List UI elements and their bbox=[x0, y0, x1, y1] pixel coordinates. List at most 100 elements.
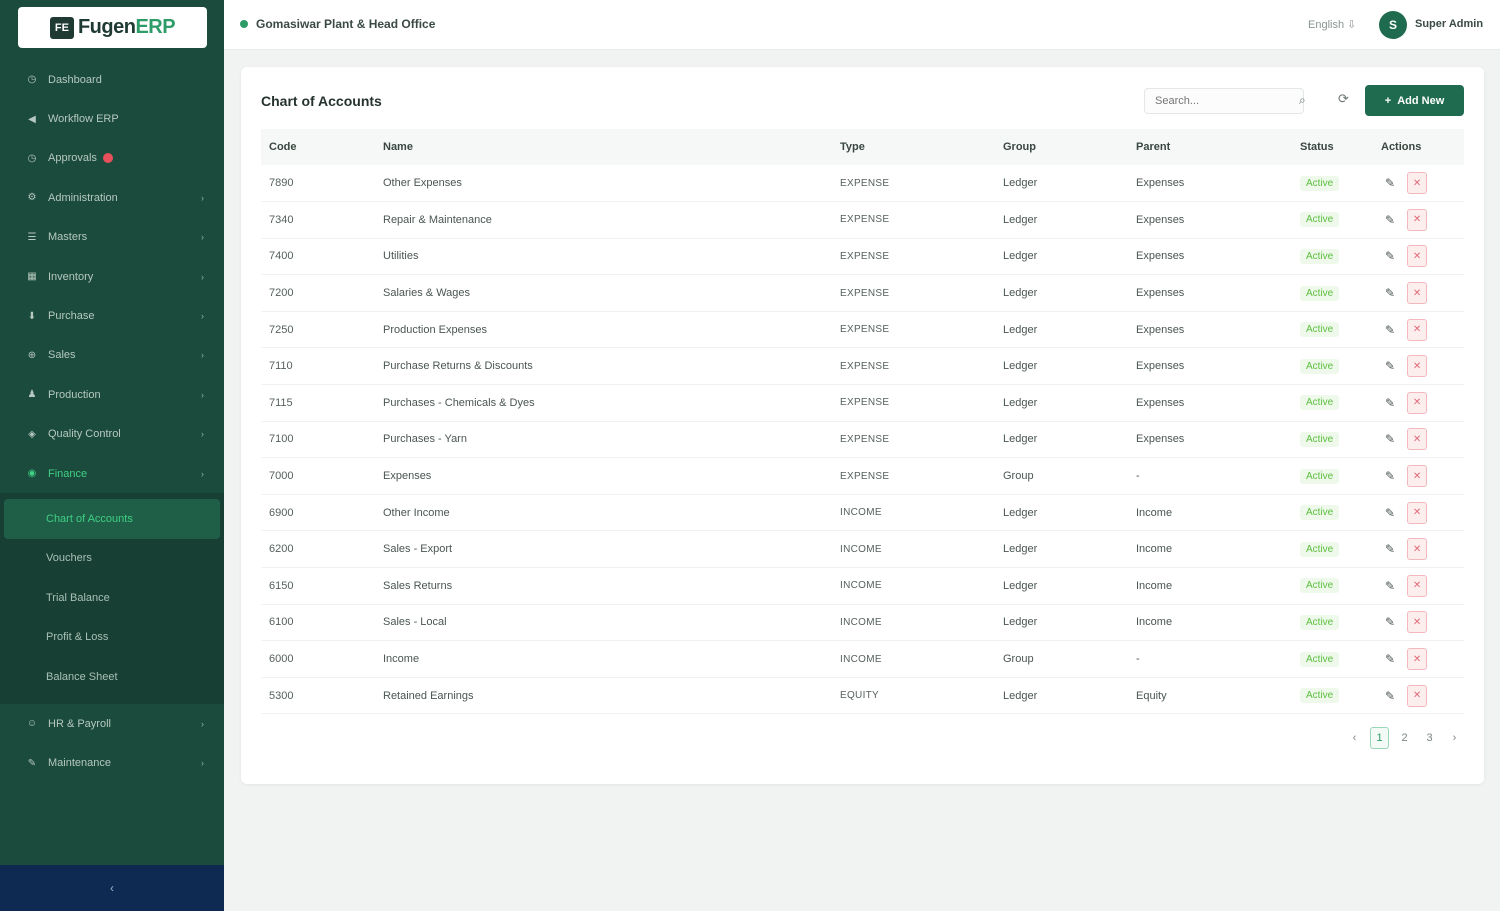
pagination-page[interactable]: 2 bbox=[1395, 727, 1414, 749]
cell-status: Active bbox=[1292, 567, 1373, 605]
delete-icon[interactable]: ✕ bbox=[1407, 245, 1428, 268]
delete-icon[interactable]: ✕ bbox=[1407, 574, 1428, 597]
edit-icon[interactable]: ✎ bbox=[1385, 506, 1395, 520]
table-row[interactable]: 7000 Expenses EXPENSE Group - Active ✎ ✕ bbox=[261, 457, 1464, 495]
delete-icon[interactable]: ✕ bbox=[1407, 208, 1428, 231]
column-header-parent[interactable]: Parent bbox=[1128, 129, 1292, 165]
edit-icon[interactable]: ✎ bbox=[1385, 176, 1395, 190]
table-row[interactable]: 7115 Purchases - Chemicals & Dyes EXPENSE L… bbox=[261, 384, 1464, 422]
sidebar-item-label: Maintenance bbox=[48, 757, 111, 770]
cell-group: Ledger bbox=[995, 677, 1128, 715]
edit-icon[interactable]: ✎ bbox=[1385, 249, 1395, 263]
column-header-code[interactable]: Code bbox=[261, 129, 375, 165]
column-header-group[interactable]: Group bbox=[995, 129, 1128, 165]
sidebar-item-hr-payroll[interactable]: ☺ HR & Payroll › bbox=[0, 704, 224, 743]
search-icon[interactable]: ⌕ bbox=[1299, 93, 1306, 108]
sidebar-collapse-button[interactable]: ‹ bbox=[0, 865, 224, 911]
table-row[interactable]: 7250 Production Expenses EXPENSE Ledger Expe… bbox=[261, 311, 1464, 349]
sidebar-item-workflow-erp[interactable]: ◀ Workflow ERP bbox=[0, 99, 224, 138]
avatar[interactable]: S bbox=[1379, 11, 1407, 39]
table-row[interactable]: 5300 Retained Earnings EQUITY Ledger Equity A… bbox=[261, 677, 1464, 715]
language-selector[interactable]: English ⇩ bbox=[1308, 18, 1356, 31]
cell-type: EXPENSE bbox=[832, 347, 995, 386]
column-header-type[interactable]: Type bbox=[832, 129, 995, 165]
org-selector[interactable]: Gomasiwar Plant & Head Office bbox=[240, 17, 435, 31]
status-badge: Active bbox=[1300, 358, 1340, 374]
delete-icon[interactable]: ✕ bbox=[1407, 611, 1428, 634]
sidebar-item-production[interactable]: ♟ Production › bbox=[0, 375, 224, 414]
edit-icon[interactable]: ✎ bbox=[1385, 396, 1395, 410]
edit-icon[interactable]: ✎ bbox=[1385, 615, 1395, 629]
sidebar-item-finance[interactable]: ◉ Finance › bbox=[0, 454, 224, 493]
sidebar-subitem-profit-loss[interactable]: Profit & Loss bbox=[0, 617, 224, 656]
column-header-name[interactable]: Name bbox=[375, 129, 832, 165]
app-logo[interactable]: FE FugenERP bbox=[18, 7, 207, 48]
sidebar-item-label: Masters bbox=[48, 231, 88, 244]
sidebar-item-maintenance[interactable]: ✎ Maintenance › bbox=[0, 744, 224, 783]
delete-icon[interactable]: ✕ bbox=[1407, 465, 1428, 488]
cell-actions: ✎ ✕ bbox=[1373, 494, 1464, 532]
table-row[interactable]: 6150 Sales Returns INCOME Ledger Income Activ… bbox=[261, 567, 1464, 605]
sidebar-item-dashboard[interactable]: ◷ Dashboard bbox=[0, 60, 224, 99]
delete-icon[interactable]: ✕ bbox=[1407, 355, 1428, 378]
status-badge: Active bbox=[1300, 614, 1340, 630]
row-actions: ✎ ✕ bbox=[1381, 611, 1464, 634]
delete-icon[interactable]: ✕ bbox=[1407, 172, 1428, 195]
table-row[interactable]: 6000 Income INCOME Group - Active ✎ ✕ bbox=[261, 640, 1464, 678]
delete-icon[interactable]: ✕ bbox=[1407, 282, 1428, 305]
edit-icon[interactable]: ✎ bbox=[1385, 469, 1395, 483]
sidebar-subitem-trial-balance[interactable]: Trial Balance bbox=[0, 578, 224, 617]
delete-icon[interactable]: ✕ bbox=[1407, 684, 1428, 707]
table-row[interactable]: 7200 Salaries & Wages EXPENSE Ledger Expense… bbox=[261, 274, 1464, 312]
table-row[interactable]: 7100 Purchases - Yarn EXPENSE Ledger Expense… bbox=[261, 421, 1464, 459]
sidebar-item-approvals[interactable]: ◷ Approvals bbox=[0, 139, 224, 178]
sales-icon: ⊕ bbox=[27, 349, 37, 361]
table-header-row: Code Name Type Group Parent Status Actio… bbox=[261, 129, 1464, 165]
column-header-status[interactable]: Status bbox=[1292, 129, 1373, 165]
search-input[interactable] bbox=[1144, 88, 1304, 114]
sidebar-item-purchase[interactable]: ⬇ Purchase › bbox=[0, 296, 224, 335]
sidebar-subitem-balance-sheet[interactable]: Balance Sheet bbox=[0, 657, 224, 696]
table-row[interactable]: 7890 Other Expenses EXPENSE Ledger Expenses A… bbox=[261, 165, 1464, 203]
table-row[interactable]: 7110 Purchase Returns & Discounts EXPENSE L… bbox=[261, 347, 1464, 386]
delete-icon[interactable]: ✕ bbox=[1407, 391, 1428, 414]
sidebar-item-inventory[interactable]: ▦ Inventory › bbox=[0, 257, 224, 296]
delete-icon[interactable]: ✕ bbox=[1407, 501, 1428, 524]
row-actions: ✎ ✕ bbox=[1381, 391, 1464, 414]
edit-icon[interactable]: ✎ bbox=[1385, 579, 1395, 593]
table-row[interactable]: 7340 Repair & Maintenance EXPENSE Ledger Exp… bbox=[261, 201, 1464, 239]
edit-icon[interactable]: ✎ bbox=[1385, 542, 1395, 556]
delete-icon[interactable]: ✕ bbox=[1407, 538, 1428, 561]
table-row[interactable]: 6900 Other Income INCOME Ledger Income Active… bbox=[261, 494, 1464, 532]
edit-icon[interactable]: ✎ bbox=[1385, 689, 1395, 703]
sidebar-subitem-chart-of-accounts[interactable]: Chart of Accounts bbox=[4, 499, 220, 539]
sidebar-subitem-vouchers[interactable]: Vouchers bbox=[0, 539, 224, 578]
edit-icon[interactable]: ✎ bbox=[1385, 359, 1395, 373]
edit-icon[interactable]: ✎ bbox=[1385, 323, 1395, 337]
sidebar-item-quality-control[interactable]: ◈ Quality Control › bbox=[0, 415, 224, 454]
delete-icon[interactable]: ✕ bbox=[1407, 648, 1428, 671]
logo-accent-text: ERP bbox=[135, 16, 176, 38]
pagination-page[interactable]: 1 bbox=[1370, 727, 1389, 749]
edit-icon[interactable]: ✎ bbox=[1385, 286, 1395, 300]
edit-icon[interactable]: ✎ bbox=[1385, 213, 1395, 227]
sidebar-item-masters[interactable]: ☰ Masters › bbox=[0, 218, 224, 257]
delete-icon[interactable]: ✕ bbox=[1407, 428, 1428, 451]
pagination-prev-icon[interactable]: ‹ bbox=[1345, 727, 1364, 749]
sidebar-item-label: Finance bbox=[48, 467, 88, 480]
pagination-next-icon[interactable]: › bbox=[1445, 727, 1464, 749]
user-name[interactable]: Super Admin bbox=[1415, 18, 1483, 30]
refresh-icon[interactable]: ⟳ bbox=[1338, 91, 1349, 107]
table-row[interactable]: 6100 Sales - Local INCOME Ledger Income Activ… bbox=[261, 604, 1464, 642]
sidebar-item-administration[interactable]: ⚙ Administration › bbox=[0, 178, 224, 217]
edit-icon[interactable]: ✎ bbox=[1385, 652, 1395, 666]
add-new-button[interactable]: + Add New bbox=[1365, 85, 1464, 116]
delete-icon[interactable]: ✕ bbox=[1407, 318, 1428, 341]
table-row[interactable]: 7400 Utilities EXPENSE Ledger Expenses Active… bbox=[261, 238, 1464, 276]
sidebar-item-sales[interactable]: ⊕ Sales › bbox=[0, 336, 224, 375]
edit-icon[interactable]: ✎ bbox=[1385, 432, 1395, 446]
pagination-page[interactable]: 3 bbox=[1420, 727, 1439, 749]
chevron-icon: › bbox=[201, 429, 204, 440]
status-badge: Active bbox=[1300, 322, 1340, 338]
table-row[interactable]: 6200 Sales - Export INCOME Ledger Income Acti… bbox=[261, 530, 1464, 569]
